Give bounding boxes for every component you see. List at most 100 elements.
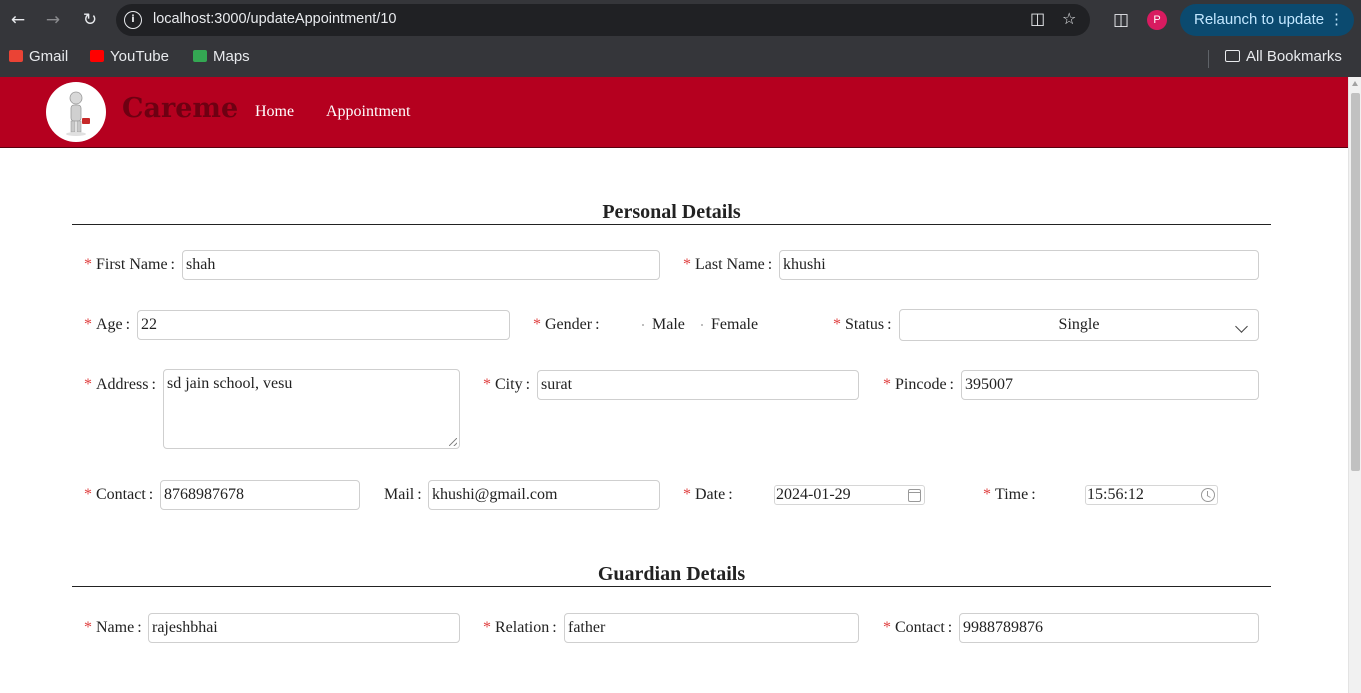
label-colon: : <box>137 619 142 636</box>
label-colon: : <box>151 376 156 393</box>
browser-toolbar: ← → ↻ i localhost:3000/updateAppointment… <box>0 0 1361 40</box>
relaunch-button[interactable]: Relaunch to update ⋮ <box>1180 4 1354 36</box>
bookmark-maps[interactable]: Maps <box>193 48 250 65</box>
all-bookmarks-label: All Bookmarks <box>1246 48 1342 65</box>
nav-home[interactable]: Home <box>255 103 294 121</box>
profile-avatar[interactable]: P <box>1147 10 1167 30</box>
gender-male-radio[interactable] <box>642 324 644 326</box>
scroll-up-arrow-icon[interactable] <box>1352 81 1358 86</box>
relation-label: * Relation: <box>483 619 557 637</box>
label-text: Time <box>995 486 1029 503</box>
relaunch-label: Relaunch to update <box>1194 11 1325 28</box>
required-marker: * <box>833 316 841 333</box>
label-text: Contact <box>895 619 945 636</box>
status-select[interactable]: Single <box>899 309 1259 341</box>
brand-title[interactable]: Careme <box>122 93 238 124</box>
bookmark-gmail[interactable]: Gmail <box>9 48 68 65</box>
label-colon: : <box>947 619 953 636</box>
status-selected-value: Single <box>1058 316 1100 333</box>
back-arrow-icon[interactable]: ← <box>6 8 30 32</box>
last-name-input[interactable]: khushi <box>779 250 1259 280</box>
address-textarea[interactable]: sd jain school, vesu <box>163 369 460 449</box>
mail-label: Mail: <box>384 486 422 504</box>
maps-icon <box>193 50 207 62</box>
page-scrollbar[interactable] <box>1348 77 1361 693</box>
folder-icon <box>1225 50 1240 62</box>
date-input[interactable]: 2024-01-29 <box>774 485 925 505</box>
label-text: First Name <box>96 256 168 273</box>
app-header: Careme Home Appointment <box>0 77 1348 148</box>
label-colon: : <box>767 256 773 273</box>
city-label: * City: <box>483 376 530 394</box>
guardian-name-label: * Name: <box>84 619 142 637</box>
pincode-label: * Pincode: <box>883 376 954 394</box>
label-text: Status <box>845 316 885 333</box>
required-marker: * <box>84 486 92 503</box>
first-name-input[interactable]: shah <box>182 250 660 280</box>
relation-input[interactable]: father <box>564 613 859 643</box>
scroll-thumb[interactable] <box>1351 93 1360 471</box>
guardian-name-input[interactable]: rajeshbhai <box>148 613 460 643</box>
label-text: Relation <box>495 619 550 636</box>
clock-icon[interactable] <box>1201 488 1215 502</box>
age-input[interactable]: 22 <box>137 310 510 340</box>
logo[interactable] <box>46 82 106 142</box>
calendar-icon[interactable] <box>908 489 921 502</box>
resize-handle-icon[interactable] <box>449 438 457 446</box>
label-colon: : <box>949 376 954 393</box>
youtube-icon <box>90 50 104 62</box>
required-marker: * <box>683 256 691 273</box>
gmail-icon <box>9 50 23 62</box>
bookmark-label: Maps <box>213 48 250 65</box>
section-divider <box>72 224 1271 225</box>
nav-appointment[interactable]: Appointment <box>326 103 410 121</box>
label-text: Contact <box>96 486 146 503</box>
side-panel-icon[interactable]: ◫ <box>1109 8 1133 32</box>
url-text[interactable]: localhost:3000/updateAppointment/10 <box>153 11 396 27</box>
required-marker: * <box>883 376 891 393</box>
menu-dots-icon[interactable]: ⋮ <box>1329 4 1344 36</box>
label-text: Mail <box>384 486 415 503</box>
label-colon: : <box>887 316 892 333</box>
time-value: 15:56:12 <box>1087 486 1144 503</box>
age-label: * Age: <box>84 316 130 334</box>
contact-input[interactable]: 8768987678 <box>160 480 360 510</box>
mail-input[interactable]: khushi@gmail.com <box>428 480 660 510</box>
address-label: * Address: <box>84 376 156 394</box>
gender-male-label[interactable]: Male <box>652 316 685 334</box>
city-input[interactable]: surat <box>537 370 859 400</box>
required-marker: * <box>84 376 92 393</box>
bookmark-youtube[interactable]: YouTube <box>90 48 169 65</box>
forward-arrow-icon[interactable]: → <box>41 8 65 32</box>
label-colon: : <box>552 619 557 636</box>
install-app-icon[interactable]: ◫ <box>1030 9 1045 28</box>
label-colon: : <box>125 316 131 333</box>
personal-details-heading: Personal Details <box>602 201 741 223</box>
required-marker: * <box>84 619 92 636</box>
pincode-input[interactable]: 395007 <box>961 370 1259 400</box>
site-info-icon[interactable]: i <box>124 11 142 29</box>
guardian-contact-input[interactable]: 9988789876 <box>959 613 1259 643</box>
required-marker: * <box>84 256 92 273</box>
bookmarks-bar: Gmail YouTube Maps All Bookmarks <box>0 40 1361 77</box>
bookmark-star-icon[interactable]: ☆ <box>1062 9 1076 28</box>
time-input[interactable]: 15:56:12 <box>1085 485 1218 505</box>
section-divider <box>72 586 1271 587</box>
label-colon: : <box>1031 486 1036 503</box>
gender-label: * Gender: <box>533 316 600 334</box>
address-value: sd jain school, vesu <box>167 375 293 392</box>
label-text: Age <box>96 316 123 333</box>
time-label: * Time: <box>983 486 1036 504</box>
label-colon: : <box>728 486 733 503</box>
required-marker: * <box>483 619 491 636</box>
gender-female-label[interactable]: Female <box>711 316 758 334</box>
last-name-label: * Last Name: <box>683 256 772 274</box>
gender-female-radio[interactable] <box>701 324 703 326</box>
label-text: Gender <box>545 316 593 333</box>
guardian-details-heading: Guardian Details <box>597 563 746 585</box>
address-bar[interactable]: i localhost:3000/updateAppointment/10 ◫ … <box>116 4 1090 36</box>
label-text: Pincode <box>895 376 947 393</box>
all-bookmarks[interactable]: All Bookmarks <box>1225 48 1342 65</box>
reload-icon[interactable]: ↻ <box>78 8 102 32</box>
guardian-contact-label: * Contact: <box>883 619 952 637</box>
